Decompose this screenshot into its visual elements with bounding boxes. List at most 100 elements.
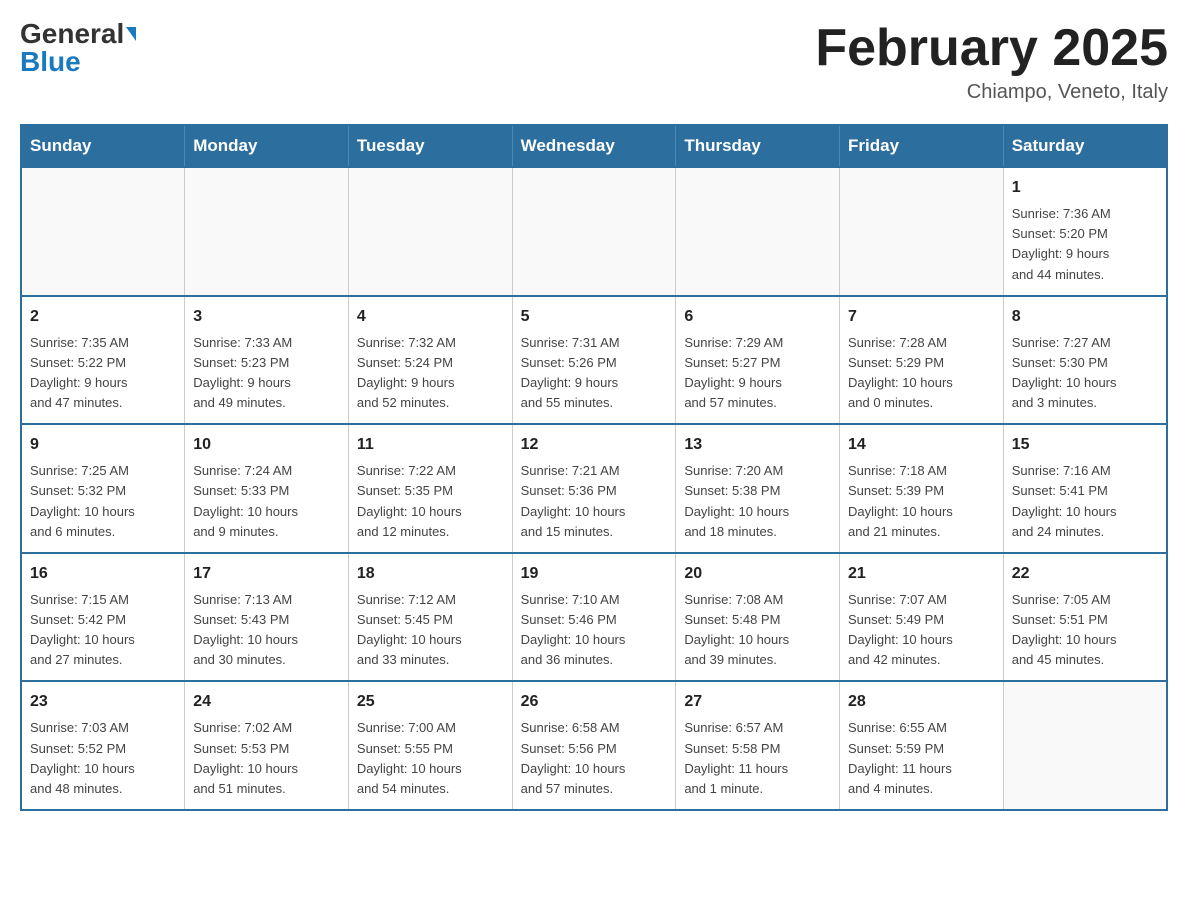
calendar-day-cell	[185, 167, 349, 296]
day-number: 21	[848, 562, 995, 586]
day-detail: Sunrise: 7:22 AM Sunset: 5:35 PM Dayligh…	[357, 461, 504, 542]
day-detail: Sunrise: 7:00 AM Sunset: 5:55 PM Dayligh…	[357, 718, 504, 799]
calendar-day-cell: 5 Sunrise: 7:31 AM Sunset: 5:26 PM Daylig…	[512, 296, 676, 425]
day-detail: Sunrise: 7:31 AM Sunset: 5:26 PM Dayligh…	[521, 333, 668, 414]
day-number: 18	[357, 562, 504, 586]
calendar-day-cell: 16 Sunrise: 7:15 AM Sunset: 5:42 PM Dayli…	[21, 553, 185, 682]
day-number: 9	[30, 433, 176, 457]
day-detail: Sunrise: 7:32 AM Sunset: 5:24 PM Dayligh…	[357, 333, 504, 414]
page-header: General Blue February 2025 Chiampo, Vene…	[20, 20, 1168, 104]
day-detail: Sunrise: 7:13 AM Sunset: 5:43 PM Dayligh…	[193, 590, 340, 671]
day-detail: Sunrise: 7:27 AM Sunset: 5:30 PM Dayligh…	[1012, 333, 1158, 414]
calendar-day-cell	[1003, 681, 1167, 810]
month-title: February 2025	[815, 20, 1168, 77]
day-number: 17	[193, 562, 340, 586]
day-detail: Sunrise: 7:15 AM Sunset: 5:42 PM Dayligh…	[30, 590, 176, 671]
day-number: 1	[1012, 176, 1158, 200]
calendar-day-cell: 3 Sunrise: 7:33 AM Sunset: 5:23 PM Daylig…	[185, 296, 349, 425]
day-number: 5	[521, 305, 668, 329]
calendar-day-cell: 17 Sunrise: 7:13 AM Sunset: 5:43 PM Dayli…	[185, 553, 349, 682]
weekday-header-tuesday: Tuesday	[348, 125, 512, 167]
day-number: 13	[684, 433, 831, 457]
day-detail: Sunrise: 7:03 AM Sunset: 5:52 PM Dayligh…	[30, 718, 176, 799]
calendar-day-cell: 19 Sunrise: 7:10 AM Sunset: 5:46 PM Dayli…	[512, 553, 676, 682]
calendar-day-cell: 12Sunrise: 7:21 AM Sunset: 5:36 PM Dayli…	[512, 424, 676, 553]
day-detail: Sunrise: 7:10 AM Sunset: 5:46 PM Dayligh…	[521, 590, 668, 671]
logo-arrow-icon	[126, 27, 136, 41]
calendar-day-cell: 23 Sunrise: 7:03 AM Sunset: 5:52 PM Dayli…	[21, 681, 185, 810]
day-detail: Sunrise: 7:29 AM Sunset: 5:27 PM Dayligh…	[684, 333, 831, 414]
day-detail: Sunrise: 7:05 AM Sunset: 5:51 PM Dayligh…	[1012, 590, 1158, 671]
day-detail: Sunrise: 6:58 AM Sunset: 5:56 PM Dayligh…	[521, 718, 668, 799]
title-area: February 2025 Chiampo, Veneto, Italy	[815, 20, 1168, 104]
day-number: 7	[848, 305, 995, 329]
day-number: 14	[848, 433, 995, 457]
day-number: 22	[1012, 562, 1158, 586]
weekday-header-monday: Monday	[185, 125, 349, 167]
logo-blue-text: Blue	[20, 48, 81, 76]
calendar-day-cell: 4 Sunrise: 7:32 AM Sunset: 5:24 PM Daylig…	[348, 296, 512, 425]
calendar-day-cell: 28 Sunrise: 6:55 AM Sunset: 5:59 PM Dayli…	[840, 681, 1004, 810]
calendar-table: SundayMondayTuesdayWednesdayThursdayFrid…	[20, 124, 1168, 811]
calendar-day-cell: 1Sunrise: 7:36 AM Sunset: 5:20 PM Daylig…	[1003, 167, 1167, 296]
day-detail: Sunrise: 7:07 AM Sunset: 5:49 PM Dayligh…	[848, 590, 995, 671]
day-number: 8	[1012, 305, 1158, 329]
day-detail: Sunrise: 7:24 AM Sunset: 5:33 PM Dayligh…	[193, 461, 340, 542]
calendar-day-cell: 20 Sunrise: 7:08 AM Sunset: 5:48 PM Dayli…	[676, 553, 840, 682]
day-detail: Sunrise: 7:33 AM Sunset: 5:23 PM Dayligh…	[193, 333, 340, 414]
day-number: 3	[193, 305, 340, 329]
calendar-day-cell: 2Sunrise: 7:35 AM Sunset: 5:22 PM Daylig…	[21, 296, 185, 425]
calendar-day-cell	[676, 167, 840, 296]
day-number: 28	[848, 690, 995, 714]
calendar-week-row: 16 Sunrise: 7:15 AM Sunset: 5:42 PM Dayli…	[21, 553, 1167, 682]
day-detail: Sunrise: 7:28 AM Sunset: 5:29 PM Dayligh…	[848, 333, 995, 414]
logo: General Blue	[20, 20, 136, 76]
calendar-day-cell	[512, 167, 676, 296]
calendar-day-cell: 9 Sunrise: 7:25 AM Sunset: 5:32 PM Daylig…	[21, 424, 185, 553]
weekday-header-sunday: Sunday	[21, 125, 185, 167]
calendar-day-cell: 6 Sunrise: 7:29 AM Sunset: 5:27 PM Daylig…	[676, 296, 840, 425]
calendar-week-row: 23 Sunrise: 7:03 AM Sunset: 5:52 PM Dayli…	[21, 681, 1167, 810]
day-number: 23	[30, 690, 176, 714]
calendar-day-cell: 10Sunrise: 7:24 AM Sunset: 5:33 PM Dayli…	[185, 424, 349, 553]
day-number: 11	[357, 433, 504, 457]
day-detail: Sunrise: 7:12 AM Sunset: 5:45 PM Dayligh…	[357, 590, 504, 671]
day-number: 2	[30, 305, 176, 329]
calendar-day-cell: 7 Sunrise: 7:28 AM Sunset: 5:29 PM Daylig…	[840, 296, 1004, 425]
day-number: 26	[521, 690, 668, 714]
day-detail: Sunrise: 7:25 AM Sunset: 5:32 PM Dayligh…	[30, 461, 176, 542]
day-detail: Sunrise: 7:18 AM Sunset: 5:39 PM Dayligh…	[848, 461, 995, 542]
calendar-body: 1Sunrise: 7:36 AM Sunset: 5:20 PM Daylig…	[21, 167, 1167, 810]
day-detail: Sunrise: 6:55 AM Sunset: 5:59 PM Dayligh…	[848, 718, 995, 799]
calendar-day-cell: 8 Sunrise: 7:27 AM Sunset: 5:30 PM Daylig…	[1003, 296, 1167, 425]
calendar-week-row: 1Sunrise: 7:36 AM Sunset: 5:20 PM Daylig…	[21, 167, 1167, 296]
calendar-day-cell: 25 Sunrise: 7:00 AM Sunset: 5:55 PM Dayli…	[348, 681, 512, 810]
day-detail: Sunrise: 7:08 AM Sunset: 5:48 PM Dayligh…	[684, 590, 831, 671]
day-number: 25	[357, 690, 504, 714]
day-number: 6	[684, 305, 831, 329]
day-number: 15	[1012, 433, 1158, 457]
calendar-header: SundayMondayTuesdayWednesdayThursdayFrid…	[21, 125, 1167, 167]
day-number: 16	[30, 562, 176, 586]
calendar-week-row: 9 Sunrise: 7:25 AM Sunset: 5:32 PM Daylig…	[21, 424, 1167, 553]
location-text: Chiampo, Veneto, Italy	[815, 81, 1168, 104]
calendar-day-cell: 14 Sunrise: 7:18 AM Sunset: 5:39 PM Dayli…	[840, 424, 1004, 553]
weekday-header-row: SundayMondayTuesdayWednesdayThursdayFrid…	[21, 125, 1167, 167]
logo-general-text: General	[20, 20, 124, 48]
calendar-day-cell: 26 Sunrise: 6:58 AM Sunset: 5:56 PM Dayli…	[512, 681, 676, 810]
day-number: 20	[684, 562, 831, 586]
day-number: 4	[357, 305, 504, 329]
calendar-day-cell	[21, 167, 185, 296]
calendar-day-cell: 11 Sunrise: 7:22 AM Sunset: 5:35 PM Dayli…	[348, 424, 512, 553]
calendar-day-cell: 24Sunrise: 7:02 AM Sunset: 5:53 PM Dayli…	[185, 681, 349, 810]
weekday-header-wednesday: Wednesday	[512, 125, 676, 167]
weekday-header-thursday: Thursday	[676, 125, 840, 167]
weekday-header-friday: Friday	[840, 125, 1004, 167]
calendar-week-row: 2Sunrise: 7:35 AM Sunset: 5:22 PM Daylig…	[21, 296, 1167, 425]
day-number: 19	[521, 562, 668, 586]
day-number: 12	[521, 433, 668, 457]
day-detail: Sunrise: 7:16 AM Sunset: 5:41 PM Dayligh…	[1012, 461, 1158, 542]
calendar-day-cell: 18 Sunrise: 7:12 AM Sunset: 5:45 PM Dayli…	[348, 553, 512, 682]
calendar-day-cell	[348, 167, 512, 296]
calendar-day-cell	[840, 167, 1004, 296]
